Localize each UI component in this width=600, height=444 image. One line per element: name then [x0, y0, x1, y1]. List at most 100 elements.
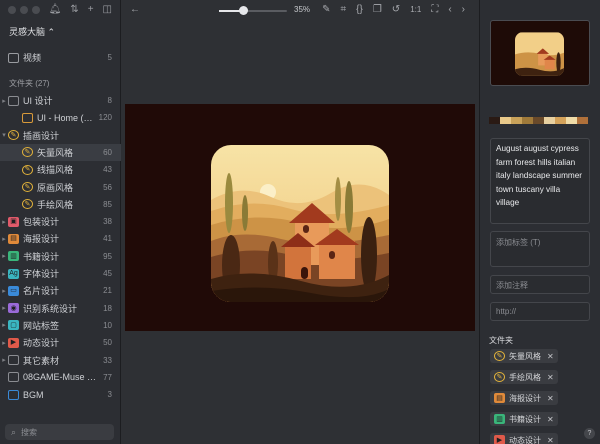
code-icon[interactable]: {}: [356, 4, 363, 15]
sidebar-folder-item[interactable]: ▸ ▤ 海报设计 41: [0, 230, 121, 247]
sidebar-folder-item[interactable]: ▸ 其它素材 33: [0, 352, 121, 369]
add-icon[interactable]: +: [88, 4, 94, 15]
chevron-icon[interactable]: ▸: [0, 97, 8, 105]
folder-chip-label: 手绘风格: [509, 372, 541, 382]
chevron-icon[interactable]: ▸: [0, 304, 8, 312]
preview-area: ← 35% ✎ ⌗ {} ❐ ↺ 1:1 ⛶ ‹ ›: [121, 0, 479, 444]
sidebar-item-count: 18: [103, 303, 112, 313]
library-switcher[interactable]: 灵感大脑 ⌃: [9, 25, 55, 38]
sidebar-toggle-icon[interactable]: ◫: [103, 4, 112, 15]
minimize-window-button[interactable]: [20, 6, 28, 14]
color-swatch[interactable]: [500, 117, 511, 124]
sidebar-folder-item[interactable]: ✎ 线描风格 43: [0, 161, 121, 178]
chevron-icon[interactable]: ▸: [0, 287, 8, 295]
help-button[interactable]: ?: [584, 428, 595, 439]
sidebar-folder-item[interactable]: ▸ ▭ 名片设计 21: [0, 282, 121, 299]
maximize-window-button[interactable]: [32, 6, 40, 14]
image-canvas[interactable]: [125, 104, 475, 331]
navigator-thumbnail[interactable]: [490, 20, 590, 86]
zoom-slider[interactable]: [219, 6, 287, 15]
sidebar-folder-item[interactable]: ▸ ▢ 网站标签 10: [0, 317, 121, 334]
color-swatch[interactable]: [511, 117, 522, 124]
bell-icon[interactable]: 🔔︎: [49, 4, 62, 15]
sort-icon[interactable]: ⇅: [70, 4, 78, 15]
color-swatch[interactable]: [577, 117, 588, 124]
sidebar-folder-item[interactable]: ▸ Ag 字体设计 45: [0, 265, 121, 282]
add-note-input[interactable]: 添加注释: [490, 275, 590, 294]
color-swatch[interactable]: [555, 117, 566, 124]
brush-folder-icon: ✎: [22, 182, 33, 192]
remove-chip-icon[interactable]: ✕: [547, 415, 554, 424]
remove-chip-icon[interactable]: ✕: [547, 373, 554, 382]
next-icon[interactable]: ›: [462, 4, 465, 15]
sidebar-folder-item[interactable]: ▸ ▶ 动态设计 50: [0, 334, 121, 351]
sidebar-item-label: 线描风格: [37, 165, 74, 176]
brush-folder-icon: ✎: [22, 164, 33, 175]
folder-chip[interactable]: ▤ 海报设计 ✕: [490, 391, 558, 405]
remove-chip-icon[interactable]: ✕: [547, 394, 554, 403]
folder-chip[interactable]: ▶ 动态设计 ✕: [490, 433, 558, 444]
illustration-image[interactable]: [211, 145, 389, 302]
remove-chip-icon[interactable]: ✕: [547, 352, 554, 361]
folder-chip-label: 矢量风格: [509, 351, 541, 361]
color-swatch[interactable]: [522, 117, 533, 124]
chevron-icon[interactable]: ▾: [0, 131, 8, 139]
actual-size-button[interactable]: 1:1: [410, 4, 421, 15]
remove-chip-icon[interactable]: ✕: [547, 436, 554, 444]
color-swatch[interactable]: [489, 117, 500, 124]
rotate-icon[interactable]: ↺: [392, 4, 400, 15]
add-tag-input[interactable]: 添加标签 (T): [490, 231, 590, 267]
search-placeholder: 搜索: [21, 427, 38, 437]
preview-toolbar: ← 35% ✎ ⌗ {} ❐ ↺ 1:1 ⛶ ‹ ›: [121, 0, 479, 22]
chevron-icon[interactable]: ▸: [0, 270, 8, 278]
sidebar-folder-item[interactable]: ▸ ◉ 识别系统设计 18: [0, 300, 121, 317]
folder-chip[interactable]: ✎ 手绘风格 ✕: [490, 370, 558, 384]
sidebar-folder-item[interactable]: BGM 3: [0, 386, 121, 403]
chevron-icon[interactable]: ▸: [0, 218, 8, 226]
pencil-icon[interactable]: ✎: [322, 4, 330, 15]
chevron-icon[interactable]: ▸: [0, 339, 8, 347]
folder-chip[interactable]: ▥ 书籍设计 ✕: [490, 412, 558, 426]
close-window-button[interactable]: [8, 6, 16, 14]
chevron-icon[interactable]: ▸: [0, 252, 8, 260]
crop-icon[interactable]: ⌗: [341, 4, 347, 15]
url-input[interactable]: http://: [490, 302, 590, 321]
sidebar-item-label: 08GAME-Muse …: [23, 372, 97, 383]
sidebar-item-label: 插画设计: [23, 130, 60, 141]
sidebar-folder-item[interactable]: ✎ 矢量风格 60: [0, 143, 121, 161]
sidebar-folder-item[interactable]: ✎ 手绘风格 85: [0, 196, 121, 213]
copy-icon[interactable]: ❐: [373, 4, 382, 15]
zoom-slider-handle[interactable]: [238, 6, 248, 15]
sidebar-item-video[interactable]: 视频 5: [0, 49, 121, 66]
sidebar-folder-item[interactable]: UI - Home (… 120: [0, 109, 121, 126]
color-swatch[interactable]: [566, 117, 577, 124]
folder-chip-label: 动态设计: [509, 435, 541, 444]
sidebar-folder-item[interactable]: ▾ ✎ 插画设计: [0, 127, 121, 144]
card-icon: ▭: [8, 285, 19, 296]
color-swatch[interactable]: [544, 117, 555, 124]
sidebar-item-count: 56: [103, 182, 112, 192]
fit-screen-icon[interactable]: ⛶: [431, 4, 438, 15]
sidebar-folder-item[interactable]: ▸ ▥ 书籍设计 95: [0, 248, 121, 265]
sidebar-item-count: 43: [103, 165, 112, 175]
sidebar-folder-item[interactable]: 08GAME-Muse … 77: [0, 369, 121, 386]
sidebar-folder-item[interactable]: ✎ 原画风格 56: [0, 179, 121, 196]
sidebar-item-label: 字体设计: [23, 269, 60, 279]
chevron-icon[interactable]: ▸: [0, 356, 8, 364]
sidebar-item-count: 10: [103, 320, 112, 330]
chevron-icon[interactable]: ▸: [0, 235, 8, 243]
color-swatch[interactable]: [533, 117, 544, 124]
folders-section-title: 文件夹 (27): [9, 79, 50, 88]
sidebar-folder-item[interactable]: ▸ ▣ 包装设计 38: [0, 213, 121, 230]
sidebar-item-label: 手绘风格: [37, 199, 74, 210]
back-arrow-icon[interactable]: ←: [130, 4, 140, 15]
sidebar-folder-item[interactable]: ▸ UI 设计 8: [0, 92, 121, 109]
motion-icon: ▶: [8, 337, 19, 348]
folder-chip[interactable]: ✎ 矢量风格 ✕: [490, 349, 558, 363]
chevron-icon[interactable]: ▸: [0, 321, 8, 329]
box-icon: ▣: [8, 216, 19, 227]
previous-icon[interactable]: ‹: [448, 4, 451, 15]
search-input[interactable]: ⌕ 搜索: [5, 424, 114, 440]
tags-field[interactable]: August august cypress farm forest hills …: [490, 138, 590, 224]
book-icon: ▥: [8, 251, 19, 262]
